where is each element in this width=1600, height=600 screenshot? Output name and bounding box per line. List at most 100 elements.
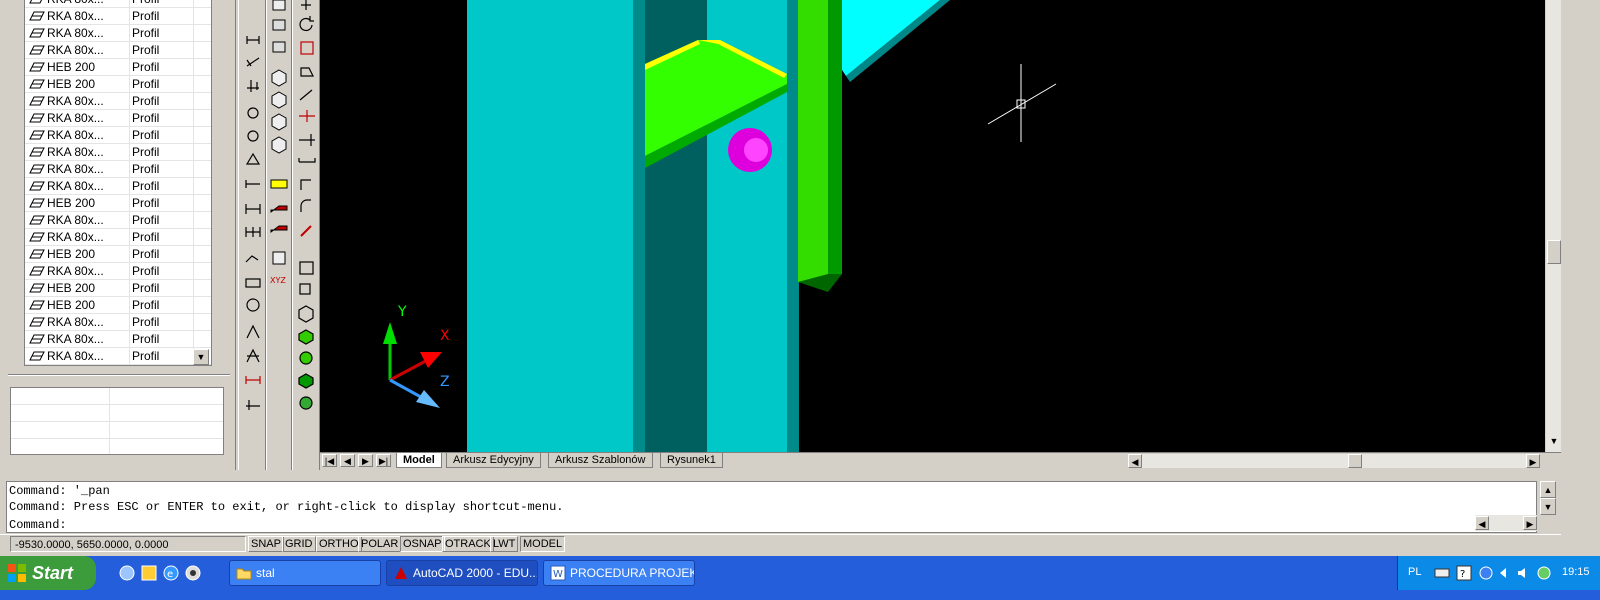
tab-arkusz-edycyjny[interactable]: Arkusz Edycyjny <box>446 453 541 468</box>
list-item-type: Profil <box>129 110 189 126</box>
viewport-vertical-scrollbar[interactable]: ▼ <box>1545 0 1561 452</box>
list-column-divider <box>193 331 194 348</box>
coordinate-readout[interactable]: -9530.0000, 5650.0000, 0.0000 <box>10 536 246 552</box>
status-bar: -9530.0000, 5650.0000, 0.0000 SNAP GRID OR… <box>0 534 1561 552</box>
tab-arkusz-szablonow[interactable]: Arkusz Szablonów <box>548 453 653 468</box>
radius-dim-icon <box>247 107 259 119</box>
command-horizontal-scrollbar[interactable]: ◀ ▶ <box>1475 515 1537 531</box>
start-button[interactable]: Start <box>0 556 96 590</box>
list-item[interactable]: HEB 200 Profil <box>25 246 211 263</box>
toggle-lwt[interactable]: LWT <box>490 536 519 552</box>
list-item[interactable]: RKA 80x... Profil <box>25 0 211 8</box>
list-item-name: HEB 200 <box>47 60 96 74</box>
toggle-model[interactable]: MODEL <box>520 536 566 552</box>
list-item[interactable]: HEB 200 Profil <box>25 195 211 212</box>
command-text-area[interactable]: Command: '_pan Command: Press ESC or ENT… <box>6 481 1537 533</box>
tab-last-button[interactable]: ▶| <box>376 454 391 467</box>
list-item[interactable]: HEB 200 Profil <box>25 59 211 76</box>
svg-text:e: e <box>167 569 173 580</box>
list-item-name: RKA 80x... <box>47 111 104 125</box>
toggle-polar[interactable]: POLAR <box>358 536 402 552</box>
profile-icon <box>29 232 45 242</box>
viewport-horizontal-scrollbar[interactable]: ◀ ▶ <box>1128 454 1540 468</box>
vertical-scroll-thumb[interactable] <box>1547 240 1561 264</box>
list-item[interactable]: RKA 80x... Profil <box>25 42 211 59</box>
tab-prev-button[interactable]: ◀ <box>340 454 355 467</box>
command-scroll-right[interactable]: ▶ <box>1523 516 1537 530</box>
tab-next-button[interactable]: ▶ <box>358 454 373 467</box>
list-item[interactable]: RKA 80x... Profil <box>25 161 211 178</box>
command-scroll-left[interactable]: ◀ <box>1475 516 1489 530</box>
properties-grid[interactable] <box>10 387 224 455</box>
tab-first-button[interactable]: |◀ <box>322 454 337 467</box>
dimension-toolbar-icons[interactable] <box>239 0 267 420</box>
list-item[interactable]: HEB 200 Profil <box>25 76 211 93</box>
scroll-left-arrow[interactable]: ◀ <box>1128 454 1142 468</box>
list-item[interactable]: RKA 80x... Profil <box>25 263 211 280</box>
volume-icon[interactable] <box>1516 565 1532 581</box>
command-scroll-down[interactable]: ▼ <box>1540 498 1556 515</box>
document-icon <box>272 251 286 265</box>
toggle-grid[interactable]: GRID <box>282 536 316 552</box>
security-icon[interactable] <box>1536 565 1552 581</box>
task-stal[interactable]: stal <box>229 560 381 586</box>
list-scroll-down-button[interactable]: ▼ <box>193 349 209 365</box>
list-item[interactable]: HEB 200 Profil <box>25 297 211 314</box>
command-scroll-up[interactable]: ▲ <box>1540 481 1556 498</box>
clock[interactable]: 19:15 <box>1562 566 1590 578</box>
list-column-divider <box>193 280 194 297</box>
view-front-icon <box>272 19 286 31</box>
solid-edit-icon <box>270 225 288 233</box>
task-procedura[interactable]: W PROCEDURA PROJEK... <box>543 560 695 586</box>
view-toolbar-icons[interactable]: XYZ <box>267 0 293 300</box>
keyboard-icon[interactable] <box>1434 565 1450 581</box>
player-icon[interactable] <box>184 564 202 582</box>
toggle-osnap[interactable]: OSNAP <box>400 536 445 552</box>
list-item[interactable]: RKA 80x... Profil <box>25 93 211 110</box>
list-item[interactable]: RKA 80x... Profil <box>25 25 211 42</box>
list-item[interactable]: RKA 80x... Profil <box>25 348 211 365</box>
arrow-icon[interactable] <box>1496 565 1512 581</box>
list-item[interactable]: RKA 80x... Profil <box>25 314 211 331</box>
command-prompt[interactable]: Command: <box>9 517 67 533</box>
list-item[interactable]: RKA 80x... Profil <box>25 212 211 229</box>
horizontal-scroll-thumb[interactable] <box>1348 454 1362 468</box>
list-item[interactable]: RKA 80x... Profil <box>25 178 211 195</box>
list-column-divider <box>193 246 194 263</box>
object-list[interactable]: RKA 80x... Profil RKA 80x... Profil RKA 80x.… <box>24 0 212 366</box>
command-vertical-scrollbar[interactable]: ▲ ▼ <box>1540 481 1556 515</box>
toggle-otrack[interactable]: OTRACK <box>442 536 494 552</box>
chamfer-icon <box>300 179 311 190</box>
tab-model[interactable]: Model <box>396 453 442 468</box>
list-item[interactable]: RKA 80x... Profil <box>25 110 211 127</box>
properties-row-divider <box>11 438 223 439</box>
list-item-name: RKA 80x... <box>47 179 104 193</box>
toggle-snap[interactable]: SNAP <box>248 536 284 552</box>
list-item[interactable]: RKA 80x... Profil <box>25 8 211 25</box>
help-icon[interactable]: ? <box>1456 565 1472 581</box>
list-item[interactable]: RKA 80x... Profil <box>25 331 211 348</box>
object-browser-panel: RKA 80x... Profil RKA 80x... Profil RKA 80x.… <box>0 0 236 470</box>
list-item[interactable]: HEB 200 Profil <box>25 280 211 297</box>
scroll-right-arrow[interactable]: ▶ <box>1526 454 1540 468</box>
view-toolbar: XYZ <box>266 0 292 470</box>
list-item[interactable]: RKA 80x... Profil <box>25 144 211 161</box>
task-autocad[interactable]: AutoCAD 2000 - EDU... <box>386 560 538 586</box>
language-indicator[interactable]: PL <box>1408 566 1421 578</box>
profile-icon <box>29 334 45 344</box>
tab-rysunek1[interactable]: Rysunek1 <box>660 453 723 468</box>
modify-toolbar-icons[interactable] <box>293 0 321 420</box>
scroll-down-arrow[interactable]: ▼ <box>1547 434 1561 448</box>
model-viewport[interactable]: Y X Z <box>320 0 1545 452</box>
desktop-icon[interactable] <box>118 564 136 582</box>
ordinate-dim-icon <box>247 80 259 92</box>
media-icon[interactable] <box>140 564 158 582</box>
toggle-ortho[interactable]: ORTHO <box>316 536 362 552</box>
drawing-canvas[interactable]: Y X Z <box>320 0 1545 452</box>
ie-icon[interactable]: e <box>162 564 180 582</box>
list-item[interactable]: RKA 80x... Profil <box>25 127 211 144</box>
list-item[interactable]: RKA 80x... Profil <box>25 229 211 246</box>
list-item-name: HEB 200 <box>47 247 96 261</box>
task-label: AutoCAD 2000 - EDU... <box>413 566 538 580</box>
network-icon[interactable] <box>1478 565 1494 581</box>
